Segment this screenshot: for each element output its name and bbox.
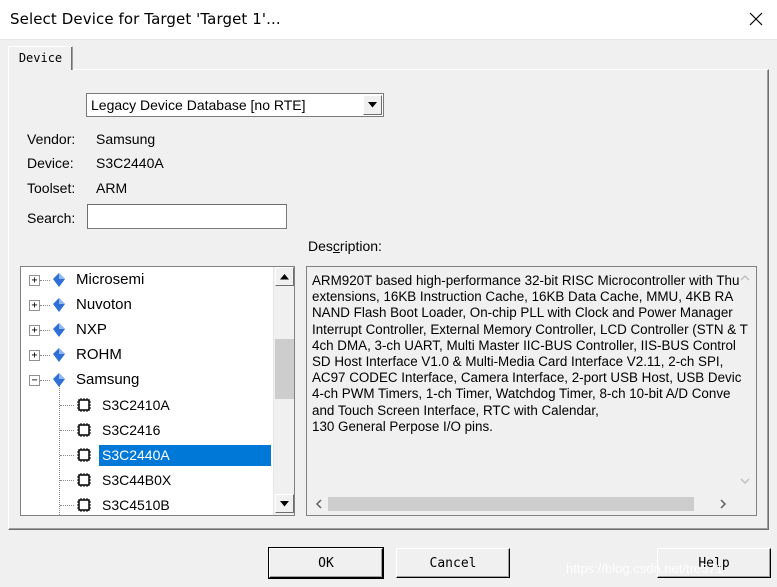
- chip-icon: [77, 448, 91, 462]
- description-label: Description:: [308, 238, 382, 254]
- tree-device-label: S3C4510B: [102, 497, 170, 513]
- chevron-down-icon: [280, 500, 289, 506]
- chevron-up-icon: [740, 274, 750, 281]
- tree-vendor-label: NXP: [76, 321, 107, 338]
- ok-button[interactable]: OK: [268, 547, 384, 579]
- description-label-suffix: ription:: [339, 238, 382, 254]
- tree-vendor-nuvoton[interactable]: + Nuvoton: [21, 293, 273, 318]
- description-label-accesskey: c: [332, 238, 340, 254]
- description-label-prefix: Des: [308, 238, 333, 254]
- watermark: https://blog.csdn.net/tre571: [566, 561, 723, 576]
- tree-device-s3c2440a[interactable]: S3C2440A: [21, 443, 273, 468]
- vendor-value: Samsung: [96, 131, 156, 147]
- tree-scrollbar[interactable]: [273, 267, 294, 515]
- tree-device-label: S3C44B0X: [102, 472, 172, 488]
- description-hscroll[interactable]: [308, 494, 737, 514]
- tree-vendor-microsemi[interactable]: + Microsemi: [21, 268, 273, 293]
- chevron-down-icon: [368, 102, 377, 108]
- device-value: S3C2440A: [96, 155, 164, 171]
- diamond-icon: [53, 273, 65, 287]
- expand-toggle[interactable]: +: [29, 350, 40, 361]
- scroll-right-icon[interactable]: [716, 497, 730, 511]
- tree-device-s3c4510b[interactable]: S3C4510B: [21, 493, 273, 515]
- toolset-label: Toolset:: [27, 180, 76, 196]
- device-tree[interactable]: + Microsemi + Nuvoton + NXP + ROHM − Sam…: [20, 266, 295, 516]
- scroll-up-button[interactable]: [275, 267, 294, 286]
- tree-vendor-samsung[interactable]: − Samsung: [21, 368, 273, 393]
- description-box[interactable]: ARM920T based high-performance 32-bit RI…: [306, 266, 757, 516]
- search-input[interactable]: [87, 204, 287, 229]
- device-label: Device:: [27, 155, 74, 171]
- tree-device-s3c44b0x[interactable]: S3C44B0X: [21, 468, 273, 493]
- tree-device-label-selected: S3C2440A: [99, 445, 271, 466]
- expand-toggle[interactable]: +: [29, 275, 40, 286]
- tree-device-label: S3C2410A: [102, 397, 170, 413]
- tree-vendor-label: Nuvoton: [76, 296, 132, 313]
- tree-vendor-nxp[interactable]: + NXP: [21, 318, 273, 343]
- description-text: ARM920T based high-performance 32-bit RI…: [312, 273, 748, 434]
- scroll-thumb[interactable]: [275, 339, 294, 399]
- chip-icon: [77, 498, 91, 512]
- expand-toggle[interactable]: +: [29, 300, 40, 311]
- tree-device-s3c2410a[interactable]: S3C2410A: [21, 393, 273, 418]
- close-icon: [749, 12, 763, 26]
- database-select[interactable]: Legacy Device Database [no RTE]: [86, 93, 384, 117]
- scroll-down-button[interactable]: [275, 494, 294, 513]
- expand-toggle[interactable]: +: [29, 325, 40, 336]
- cancel-button[interactable]: Cancel: [396, 548, 510, 578]
- chip-icon: [77, 423, 91, 437]
- close-button[interactable]: [741, 5, 771, 33]
- chevron-down-icon: [740, 478, 750, 485]
- vendor-label: Vendor:: [27, 131, 76, 147]
- search-label: Search:: [27, 210, 76, 226]
- chip-icon: [77, 473, 91, 487]
- diamond-icon: [53, 298, 65, 312]
- hscroll-thumb[interactable]: [328, 497, 694, 511]
- scroll-left-icon[interactable]: [311, 497, 325, 511]
- title-bar: Select Device for Target 'Target 1'...: [0, 0, 777, 40]
- window-title: Select Device for Target 'Target 1'...: [10, 10, 281, 28]
- toolset-value: ARM: [96, 180, 128, 196]
- description-vscroll[interactable]: [736, 268, 755, 494]
- tree-vendor-label: Samsung: [76, 371, 140, 388]
- diamond-icon: [53, 323, 65, 337]
- tab-device[interactable]: Device: [8, 46, 73, 70]
- tree-vendor-label: Microsemi: [76, 271, 145, 288]
- chevron-up-icon: [280, 273, 289, 279]
- chip-icon: [77, 398, 91, 412]
- collapse-toggle[interactable]: −: [29, 375, 40, 386]
- tree-device-s3c2416[interactable]: S3C2416: [21, 418, 273, 443]
- dropdown-button[interactable]: [363, 95, 382, 115]
- diamond-icon: [53, 373, 65, 387]
- diamond-icon: [53, 348, 65, 362]
- tree-vendor-rohm[interactable]: + ROHM: [21, 343, 273, 368]
- database-select-value: Legacy Device Database [no RTE]: [91, 97, 306, 113]
- tree-device-label: S3C2416: [102, 422, 161, 438]
- tree-vendor-label: ROHM: [76, 346, 122, 363]
